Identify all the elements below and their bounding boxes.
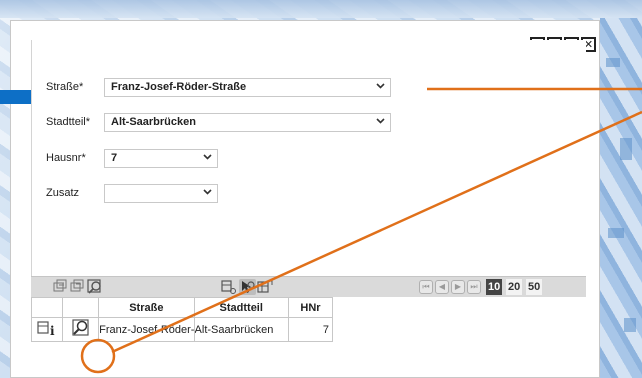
deselect-all-icon[interactable] — [70, 279, 87, 295]
next-page-icon[interactable]: ▶ — [451, 280, 465, 294]
stadtteil-label: Stadtteil* — [46, 116, 91, 128]
table-header-row: Straße Stadtteil HNr — [30, 297, 334, 318]
results-table: Straße Stadtteil HNr i Franz-Josef-Röder… — [30, 297, 334, 342]
select-on-map-icon[interactable] — [239, 279, 256, 295]
cell-strasse: Franz-Josef-Röder-Straße — [98, 317, 195, 342]
stadtteil-row: Stadtteil* Alt-Saarbrücken — [46, 112, 391, 132]
col-header-strasse[interactable]: Straße — [98, 297, 195, 318]
zusatz-label: Zusatz — [46, 187, 80, 199]
stadtteil-select[interactable]: Alt-Saarbrücken — [104, 112, 391, 132]
row-zoom-cell — [62, 317, 100, 342]
chevron-down-icon — [203, 188, 212, 196]
map-right-area[interactable] — [600, 18, 642, 378]
chevron-down-icon — [376, 82, 385, 90]
page-size-10[interactable]: 10 — [486, 279, 503, 295]
chevron-down-icon — [203, 153, 212, 161]
col-header-zoom — [62, 297, 100, 318]
page-size-50[interactable]: 50 — [526, 279, 543, 295]
strasse-row: Straße* Franz-Josef-Röder-Straße — [46, 77, 391, 97]
last-page-icon[interactable]: ⏭ — [467, 280, 481, 294]
strasse-value: Franz-Josef-Röder-Straße — [111, 81, 247, 93]
table-row[interactable]: i Franz-Josef-Röder-Straße Alt-Saarbrück… — [30, 317, 334, 342]
hausnr-label: Hausnr* — [46, 152, 86, 164]
cell-stadtteil: Alt-Saarbrücken — [193, 317, 289, 342]
stadtteil-value: Alt-Saarbrücken — [111, 116, 196, 128]
svg-text:i: i — [50, 324, 55, 337]
row-info-cell: i — [30, 317, 64, 342]
hausnr-value: 7 — [111, 152, 118, 164]
select-all-icon[interactable] — [53, 279, 70, 295]
table-filter-icon[interactable] — [221, 279, 238, 295]
left-accent-bar — [0, 90, 32, 104]
strasse-select[interactable]: Franz-Josef-Röder-Straße — [104, 77, 391, 97]
zusatz-select[interactable] — [104, 183, 218, 203]
col-header-stadtteil[interactable]: Stadtteil — [193, 297, 289, 318]
page-size-20[interactable]: 20 — [506, 279, 523, 295]
col-header-info — [30, 297, 64, 318]
strasse-label: Straße* — [46, 81, 84, 93]
hausnr-row: Hausnr* 7 — [46, 148, 218, 168]
address-form: Straße* Franz-Josef-Röder-Straße Stadtte… — [31, 40, 586, 276]
first-page-icon[interactable]: ⏮ — [419, 280, 433, 294]
cell-hnr: 7 — [287, 317, 334, 342]
info-icon[interactable]: i — [36, 321, 58, 340]
zoom-to-feature-icon[interactable] — [70, 319, 92, 341]
export-table-icon[interactable] — [257, 279, 274, 295]
result-toolbar: ⏮ ◀ ▶ ⏭ 10 20 50 — [31, 276, 586, 297]
col-header-hnr[interactable]: HNr — [287, 297, 334, 318]
map-top-strip — [0, 0, 642, 18]
chevron-down-icon — [376, 117, 385, 125]
prev-page-icon[interactable]: ◀ — [435, 280, 449, 294]
hausnr-select[interactable]: 7 — [104, 148, 218, 168]
zoom-to-results-icon[interactable] — [87, 279, 104, 295]
zusatz-row: Zusatz — [46, 183, 218, 203]
